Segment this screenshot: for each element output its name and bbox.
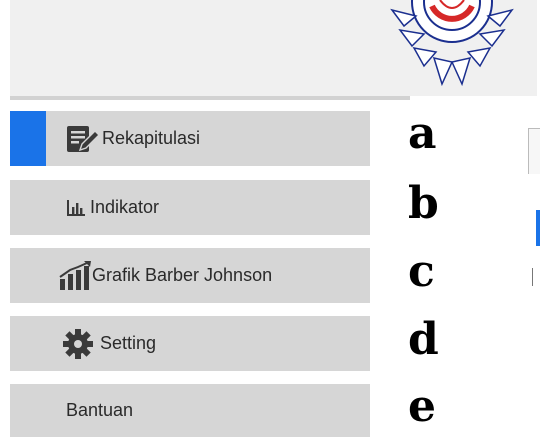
menu-item-label: Grafik Barber Johnson — [92, 265, 273, 285]
annotation-letter-c: c — [408, 246, 435, 297]
growth-chart-icon — [59, 260, 91, 290]
background-accent-fragment — [536, 210, 540, 246]
organization-logo — [390, 0, 514, 87]
menu-item-label: Setting — [100, 333, 157, 353]
menu-item-label: Bantuan — [66, 400, 134, 420]
top-bar-divider — [10, 96, 410, 100]
annotation-letter-a: a — [408, 108, 437, 159]
bar-chart-icon — [67, 199, 85, 216]
gear-icon — [63, 328, 93, 359]
menu-item-rekapitulasi[interactable]: Rekapitulasi — [10, 111, 370, 166]
background-text-fragment — [532, 268, 540, 286]
menu-item-label: Indikator — [90, 197, 160, 217]
annotation-letter-e: e — [408, 381, 436, 432]
edit-document-icon — [67, 125, 100, 152]
menu-item-indikator[interactable]: Indikator — [10, 180, 370, 235]
menu-item-bantuan[interactable]: Bantuan — [10, 384, 370, 437]
background-panel-fragment — [528, 128, 540, 174]
menu-item-grafik-barber-johnson[interactable]: Grafik Barber Johnson — [10, 248, 370, 303]
annotation-letter-d: d — [408, 314, 439, 365]
annotation-letter-b: b — [408, 178, 439, 229]
menu-item-label: Rekapitulasi — [102, 128, 201, 148]
menu-item-setting[interactable]: Setting — [10, 316, 370, 371]
